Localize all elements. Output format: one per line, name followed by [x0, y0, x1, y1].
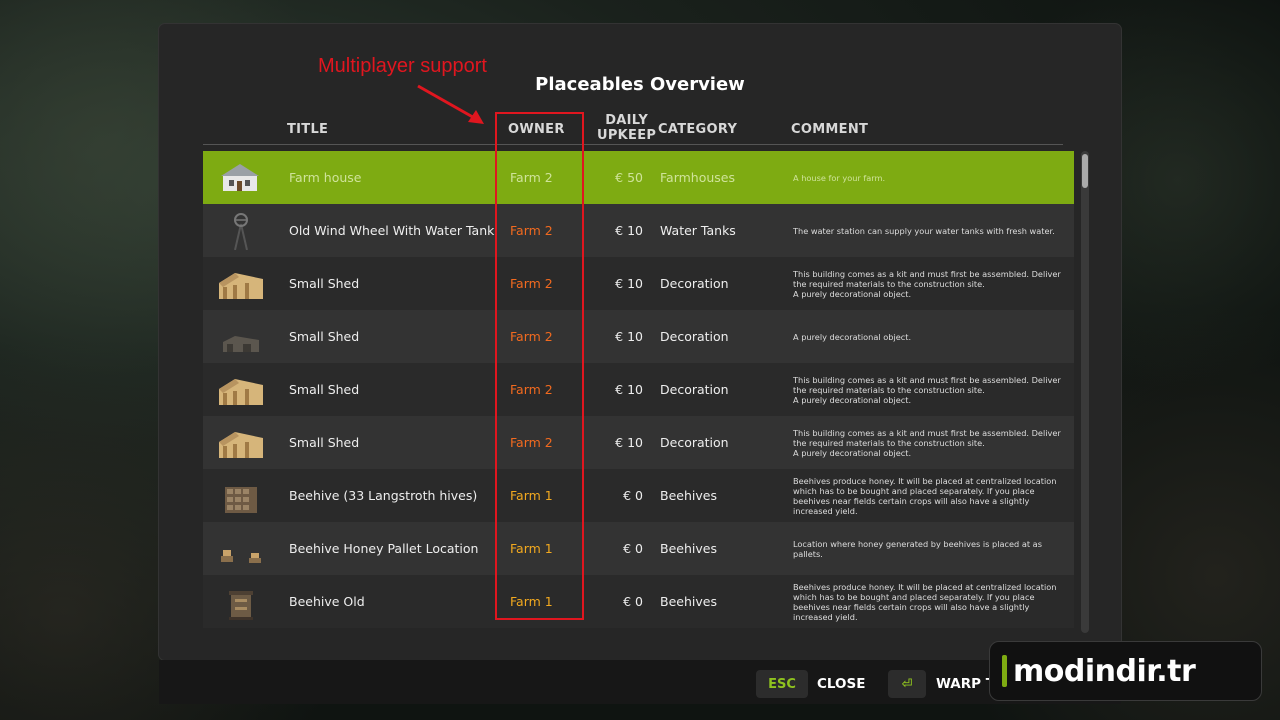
row-title: Beehive Honey Pallet Location: [289, 541, 479, 556]
enter-key-icon[interactable]: ⏎: [888, 670, 926, 698]
row-comment: Beehives produce honey. It will be place…: [793, 476, 1063, 516]
row-comment: A house for your farm.: [793, 173, 1063, 183]
row-comment-line: This building comes as a kit and must fi…: [793, 374, 1061, 395]
row-title: Small Shed: [289, 276, 360, 291]
watermark-text: modindir.tr: [1013, 653, 1196, 689]
shed-dark-icon: [215, 318, 267, 356]
row-title: Old Wind Wheel With Water Tank: [289, 223, 495, 238]
row-title: Farm house: [289, 170, 362, 185]
close-button[interactable]: CLOSE: [817, 676, 865, 692]
watermark-bar: [1002, 655, 1007, 687]
row-category: Decoration: [660, 329, 729, 344]
row-category: Beehives: [660, 488, 717, 503]
row-comment-line: A purely decorational object.: [793, 447, 912, 458]
row-category: Water Tanks: [660, 223, 736, 238]
pallet-icon: [215, 530, 267, 568]
shed-icon: [215, 265, 267, 303]
row-upkeep: € 10: [615, 276, 643, 291]
row-comment: This building comes as a kit and must fi…: [793, 428, 1063, 458]
row-upkeep: € 10: [615, 329, 643, 344]
row-comment-line: A purely decorational object.: [793, 331, 912, 342]
row-title: Beehive (33 Langstroth hives): [289, 488, 478, 503]
table-row[interactable]: Small Shed Farm 2 € 10 Decoration A purely d…: [203, 310, 1074, 363]
table-row[interactable]: Farm house Farm 2 € 50 Farmhouses A house fo…: [203, 151, 1074, 204]
annotation-arrow-icon: [417, 84, 484, 124]
row-comment-line: Beehives produce honey. It will be place…: [793, 475, 1057, 516]
table-scrollbar[interactable]: [1081, 151, 1089, 633]
table-header: TITLE OWNER DAILY UPKEEP CATEGORY COMMEN…: [0, 113, 1280, 145]
placeables-table: Farm house Farm 2 € 50 Farmhouses A house fo…: [203, 151, 1074, 630]
row-comment: A purely decorational object.: [793, 332, 1063, 342]
table-row[interactable]: Beehive Honey Pallet Location Farm 1 € 0 Be…: [203, 522, 1074, 575]
shed-icon: [215, 424, 267, 462]
row-category: Beehives: [660, 594, 717, 609]
row-title: Small Shed: [289, 329, 360, 344]
header-divider: [203, 144, 1063, 145]
row-category: Farmhouses: [660, 170, 736, 185]
row-upkeep: € 10: [615, 223, 643, 238]
esc-key-badge[interactable]: ESC: [756, 670, 808, 698]
row-comment: This building comes as a kit and must fi…: [793, 375, 1063, 405]
table-row[interactable]: Small Shed Farm 2 € 10 Decoration This build…: [203, 257, 1074, 310]
table-row[interactable]: Small Shed Farm 2 € 10 Decoration This build…: [203, 363, 1074, 416]
beehive-old-icon: [215, 583, 267, 621]
row-comment-line: A house for your farm.: [793, 172, 886, 183]
row-upkeep: € 0: [623, 594, 643, 609]
column-title[interactable]: TITLE: [287, 122, 328, 137]
column-upkeep-line2: UPKEEP: [597, 128, 657, 143]
row-upkeep: € 10: [615, 435, 643, 450]
column-comment[interactable]: COMMENT: [791, 122, 868, 137]
farmhouse-icon: [215, 159, 267, 197]
row-comment-line: Beehives produce honey. It will be place…: [793, 581, 1057, 622]
row-comment: This building comes as a kit and must fi…: [793, 269, 1063, 299]
row-upkeep: € 0: [623, 488, 643, 503]
row-comment-line: This building comes as a kit and must fi…: [793, 427, 1061, 448]
windwheel-icon: [215, 212, 267, 251]
row-comment-line: A purely decorational object.: [793, 288, 912, 299]
row-comment: Beehives produce honey. It will be place…: [793, 582, 1063, 622]
table-row[interactable]: Small Shed Farm 2 € 10 Decoration This build…: [203, 416, 1074, 469]
table-row[interactable]: Old Wind Wheel With Water Tank Farm 2 € 10…: [203, 204, 1074, 257]
beehive-rack-icon: [215, 477, 267, 515]
watermark-badge: modindir.tr: [989, 641, 1262, 701]
column-upkeep-line1: DAILY: [605, 113, 649, 128]
row-category: Beehives: [660, 541, 717, 556]
column-upkeep[interactable]: DAILY UPKEEP: [597, 113, 656, 143]
row-comment-line: This building comes as a kit and must fi…: [793, 268, 1061, 289]
row-title: Small Shed: [289, 382, 360, 397]
row-category: Decoration: [660, 435, 729, 450]
row-upkeep: € 10: [615, 382, 643, 397]
scrollbar-thumb[interactable]: [1082, 154, 1088, 188]
shed-icon: [215, 371, 267, 409]
row-title: Beehive Old: [289, 594, 365, 609]
table-row[interactable]: Beehive (33 Langstroth hives) Farm 1 € 0 Be…: [203, 469, 1074, 522]
panel-title: Placeables Overview: [535, 74, 745, 95]
table-row[interactable]: Beehive Old Farm 1 € 0 Beehives Beehives pro…: [203, 575, 1074, 628]
column-category[interactable]: CATEGORY: [658, 122, 737, 137]
row-category: Decoration: [660, 382, 729, 397]
row-comment: The water station can supply your water …: [793, 226, 1063, 236]
row-upkeep: € 0: [623, 541, 643, 556]
row-comment-line: Location where honey generated by beehiv…: [793, 538, 1042, 559]
multiplayer-annotation: Multiplayer support: [318, 55, 487, 77]
owner-column-highlight: [495, 112, 584, 620]
row-title: Small Shed: [289, 435, 360, 450]
row-comment: Location where honey generated by beehiv…: [793, 539, 1063, 559]
row-category: Decoration: [660, 276, 729, 291]
row-upkeep: € 50: [615, 170, 643, 185]
row-comment-line: The water station can supply your water …: [793, 225, 1055, 236]
row-comment-line: A purely decorational object.: [793, 394, 912, 405]
